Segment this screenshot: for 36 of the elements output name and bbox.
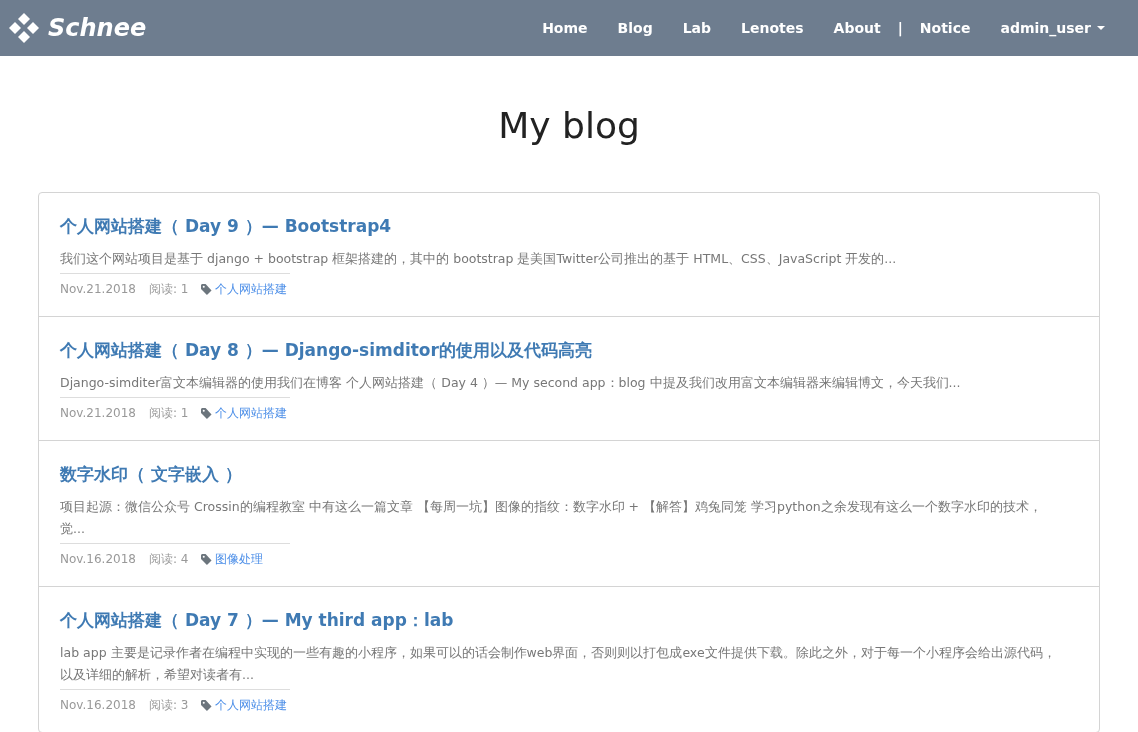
post-title-link[interactable]: 个人网站搭建（ Day 7 ）— My third app：lab: [60, 607, 1078, 633]
post-excerpt: Django-simditer富文本编辑器的使用我们在博客 个人网站搭建（ Day 4 ）— My second app：blog 中提及我们改用富文本编辑器来编辑博文，今天我们...: [60, 374, 962, 392]
tag-link[interactable]: 个人网站搭建: [215, 280, 288, 298]
page-heading: My blog: [497, 108, 641, 144]
nav-link[interactable]: Notice: [904, 9, 986, 47]
read-count: 阅读: 3: [148, 697, 189, 714]
user-dropdown[interactable]: admin_user: [985, 9, 1120, 47]
post-excerpt: lab app 主要是记录作者在编程中实现的一些有趣的小程序，如果可以的话会制作web界面，否则则以打包成exe文件提供下载。除此之外，对于每一个小程序会给出源代码，以及详细的解析，希望对读者有...: [60, 644, 1057, 684]
post-date: Nov.21.2018: [60, 405, 136, 422]
tag-link[interactable]: 个人网站搭建: [215, 404, 288, 422]
nav-separator: |: [896, 18, 904, 39]
post-title-link[interactable]: 个人网站搭建（ Day 8 ）— Django-simditor的使用以及代码高亮: [60, 337, 1078, 363]
post-date: Nov.16.2018: [60, 697, 136, 714]
post-date: Nov.16.2018: [60, 551, 136, 568]
caret-icon: [1097, 26, 1105, 30]
tag-icon: [201, 553, 213, 565]
brand-link[interactable]: Schnee: [8, 10, 147, 46]
nav-link[interactable]: About: [818, 9, 896, 47]
read-count: 阅读: 4: [148, 551, 189, 568]
nav-link[interactable]: Home: [527, 9, 603, 47]
tag-icon: [201, 407, 213, 419]
post-excerpt: 我们这个网站项目是基于 django + bootstrap 框架搭建的，其中的 bootstrap 是美国Twitter公司推出的基于 HTML、CSS、JavaScript 开发的...: [60, 250, 898, 268]
logo-icon: [8, 12, 40, 44]
tag-link[interactable]: 个人网站搭建: [215, 696, 288, 714]
post-excerpt: 项目起源：微信公众号 Crossin的编程教室 中有这么一篇文章 【每周一坑】图像的指纹：数字水印 + 【解答】鸡兔同笼 学习python之余发现有这么一个数字水印的技术，觉...: [60, 498, 1043, 538]
tag-icon: [201, 699, 213, 711]
read-count: 阅读: 1: [148, 405, 189, 422]
nav-link[interactable]: Blog: [602, 9, 668, 47]
nav-link[interactable]: Lab: [667, 9, 727, 47]
tag-link[interactable]: 图像处理: [215, 550, 264, 568]
post-title-link[interactable]: 数字水印（ 文字嵌入 ）: [60, 461, 1078, 487]
post-title-link[interactable]: 个人网站搭建（ Day 9 ）— Bootstrap4: [60, 213, 1078, 239]
nav-link[interactable]: Lenotes: [726, 9, 819, 47]
post-date: Nov.21.2018: [60, 281, 136, 298]
tag-icon: [201, 283, 213, 295]
read-count: 阅读: 1: [148, 281, 189, 298]
